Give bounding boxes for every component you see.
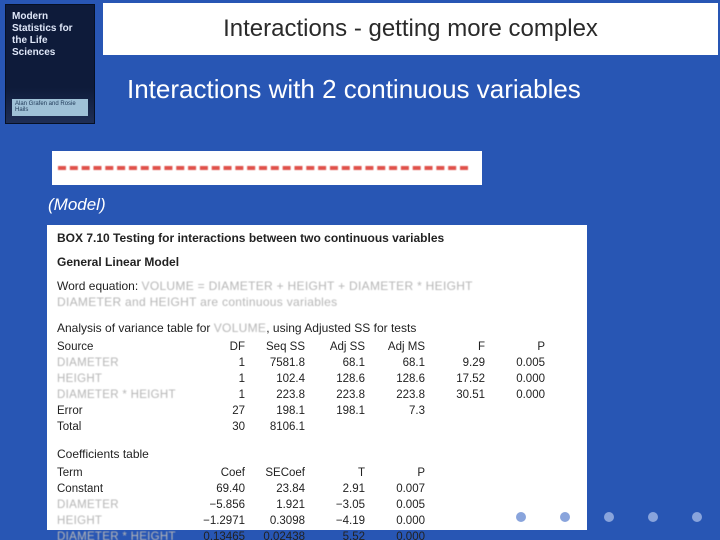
col-f: F (435, 339, 495, 355)
table-row: Error 27 198.1 198.1 7.3 (57, 403, 555, 419)
table-row: HEIGHT 1 102.4 128.6 128.6 17.52 0.000 (57, 371, 555, 387)
col-adjss: Adj SS (315, 339, 375, 355)
continuity-note: DIAMETER and HEIGHT are continuous varia… (57, 295, 577, 309)
glm-heading: General Linear Model (57, 255, 577, 269)
table-row: DIAMETER 1 7581.8 68.1 68.1 9.29 0.005 (57, 355, 555, 371)
slide-subtitle: Interactions with 2 continuous variables (127, 74, 581, 105)
slide-dot-strip (516, 512, 702, 522)
word-equation-line: Word equation: VOLUME = DIAMETER + HEIGH… (57, 279, 577, 293)
word-eq: VOLUME = DIAMETER + HEIGHT + DIAMETER * … (142, 279, 473, 293)
slide: Modern Statistics for the Life Sciences … (0, 0, 720, 540)
dot-icon (648, 512, 658, 522)
title-bar: Interactions - getting more complex (103, 3, 718, 55)
anova-table: Source DF Seq SS Adj SS Adj MS F P DIAME… (57, 339, 555, 435)
table-row: DIAMETER * HEIGHT 1 223.8 223.8 223.8 30… (57, 387, 555, 403)
dot-icon (516, 512, 526, 522)
stats-box: BOX 7.10 Testing for interactions betwee… (47, 225, 587, 530)
col-df: DF (195, 339, 255, 355)
book-title: Modern Statistics for the Life Sciences (12, 11, 88, 59)
col-adjms: Adj MS (375, 339, 435, 355)
embedded-label-stripe (52, 151, 482, 185)
table-row: Total 30 8106.1 (57, 419, 555, 435)
table-header-row: Term Coef SECoef T P (57, 465, 435, 481)
coef-table: Term Coef SECoef T P Constant 69.40 23.8… (57, 465, 435, 540)
dot-icon (692, 512, 702, 522)
col-source: Source (57, 339, 195, 355)
word-eq-label: Word equation: (57, 279, 138, 293)
col-seqss: Seq SS (255, 339, 315, 355)
model-label: (Model) (48, 193, 131, 217)
dot-icon (560, 512, 570, 522)
col-p: P (495, 339, 555, 355)
book-authors: Alan Grafen and Rosie Hails (12, 99, 88, 116)
slide-title: Interactions - getting more complex (223, 15, 598, 43)
dot-icon (604, 512, 614, 522)
table-row: Constant 69.40 23.84 2.91 0.007 (57, 481, 435, 497)
table-header-row: Source DF Seq SS Adj SS Adj MS F P (57, 339, 555, 355)
table-row: DIAMETER −5.856 1.921 −3.05 0.005 (57, 497, 435, 513)
table-row: HEIGHT −1.2971 0.3098 −4.19 0.000 (57, 513, 435, 529)
table-row: DIAMETER * HEIGHT 0.13465 0.02438 5.52 0… (57, 529, 435, 540)
book-cover-thumbnail: Modern Statistics for the Life Sciences … (5, 4, 95, 124)
box-heading: BOX 7.10 Testing for interactions betwee… (57, 231, 577, 245)
coef-caption: Coefficients table (57, 447, 577, 461)
anova-caption: Analysis of variance table for VOLUME, u… (57, 321, 577, 335)
